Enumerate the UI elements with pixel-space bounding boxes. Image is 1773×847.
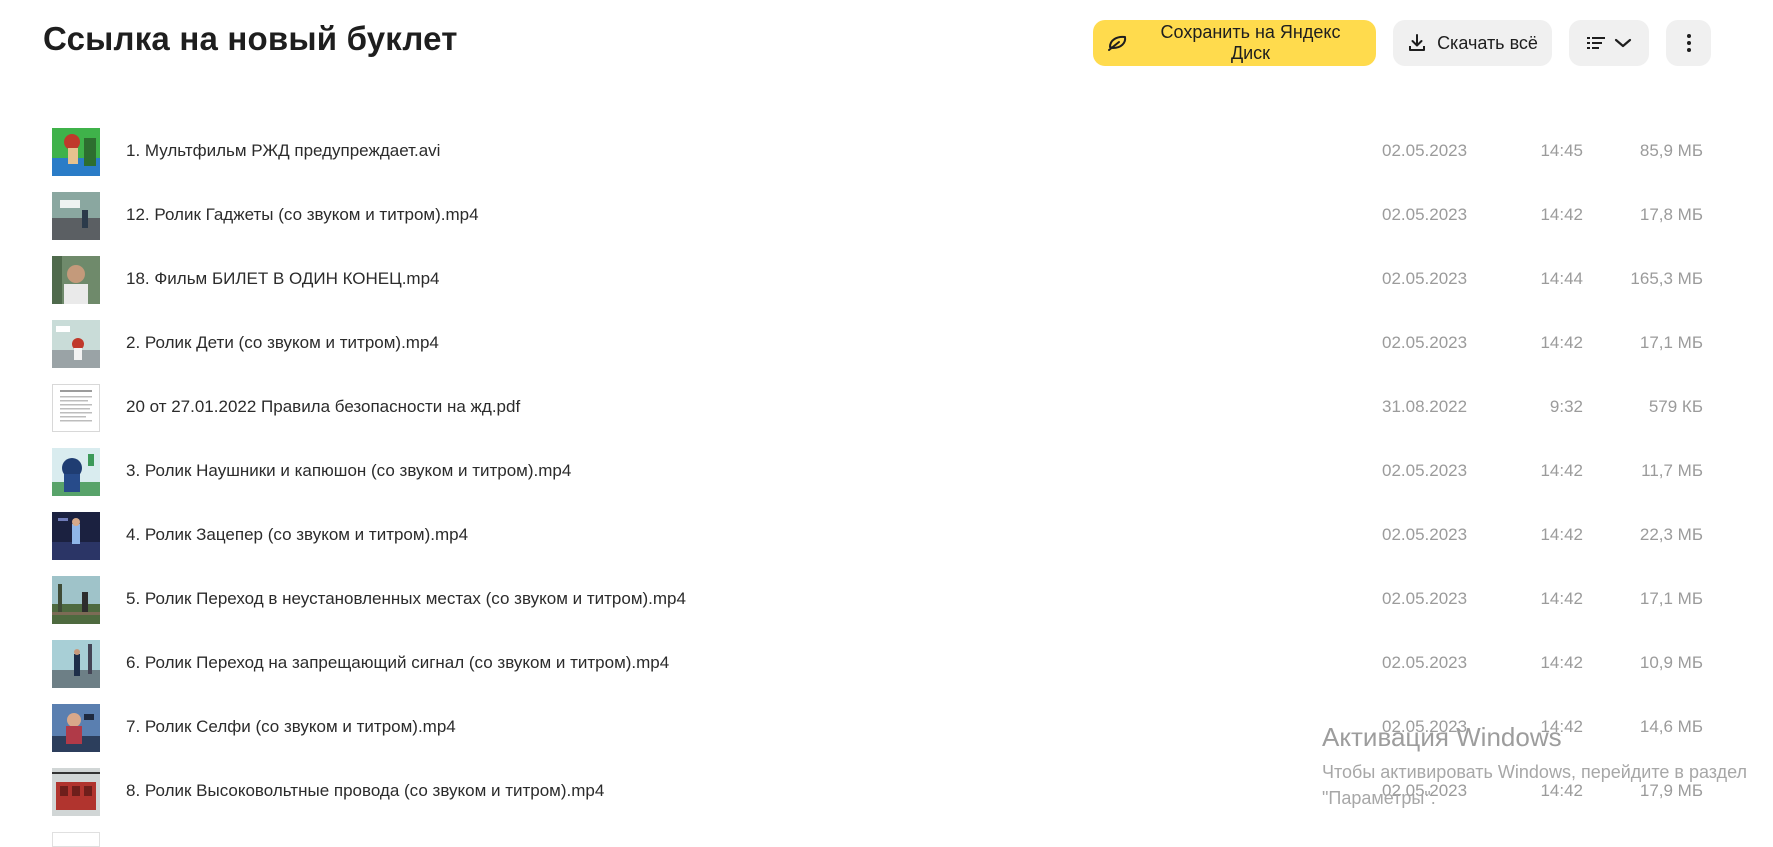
- file-row[interactable]: 7. Ролик Селфи (со звуком и титром).mp4 …: [0, 694, 1773, 759]
- file-size: 579 КБ: [1648, 397, 1703, 416]
- file-thumbnail: [52, 640, 100, 688]
- file-name[interactable]: 8. Ролик Высоковольтные провода (со звук…: [126, 781, 604, 801]
- file-thumbnail: [52, 128, 100, 176]
- file-time: 14:42: [1540, 653, 1583, 672]
- file-date: 02.05.2023: [1382, 717, 1468, 736]
- file-thumbnail: [52, 192, 100, 240]
- file-size: 85,9 МБ: [1639, 141, 1703, 160]
- file-row[interactable]: 3. Ролик Наушники и капюшон (со звуком и…: [0, 438, 1773, 503]
- file-row[interactable]: 4. Ролик Зацепер (со звуком и титром).mp…: [0, 502, 1773, 567]
- file-name[interactable]: 6. Ролик Переход на запрещающий сигнал (…: [126, 653, 669, 673]
- file-date: 02.05.2023: [1382, 589, 1468, 608]
- file-row[interactable]: 12. Ролик Гаджеты (со звуком и титром).m…: [0, 182, 1773, 247]
- file-name[interactable]: 12. Ролик Гаджеты (со звуком и титром).m…: [126, 205, 479, 225]
- more-vertical-icon: [1686, 33, 1692, 53]
- file-time: 14:42: [1540, 333, 1583, 352]
- file-date: 02.05.2023: [1382, 141, 1468, 160]
- file-thumbnail: [52, 448, 100, 496]
- file-date: 31.08.2022: [1382, 397, 1468, 416]
- file-time: 14:42: [1540, 525, 1583, 544]
- file-time: 9:32: [1549, 397, 1583, 416]
- download-all-label: Скачать всё: [1437, 32, 1538, 53]
- file-time: 14:44: [1540, 269, 1583, 288]
- file-size: 11,7 МБ: [1641, 461, 1703, 480]
- file-row[interactable]: 8. Ролик Высоковольтные провода (со звук…: [0, 758, 1773, 823]
- file-date: 02.05.2023: [1382, 525, 1468, 544]
- file-row-partial[interactable]: [0, 822, 1773, 847]
- file-time: 14:42: [1540, 205, 1583, 224]
- download-icon: [1407, 33, 1427, 53]
- file-name[interactable]: 18. Фильм БИЛЕТ В ОДИН КОНЕЦ.mp4: [126, 269, 440, 289]
- file-size: 17,1 МБ: [1639, 333, 1703, 352]
- file-size: 14,6 МБ: [1639, 717, 1703, 736]
- file-time: 14:45: [1540, 141, 1583, 160]
- list-view-icon: [1586, 35, 1606, 51]
- file-name[interactable]: 2. Ролик Дети (со звуком и титром).mp4: [126, 333, 439, 353]
- file-time: 14:42: [1540, 717, 1583, 736]
- file-thumbnail: [52, 768, 100, 816]
- file-date: 02.05.2023: [1382, 269, 1468, 288]
- file-thumbnail: [52, 512, 100, 560]
- file-size: 17,8 МБ: [1639, 205, 1703, 224]
- file-date: 02.05.2023: [1382, 333, 1468, 352]
- file-size: 10,9 МБ: [1639, 653, 1703, 672]
- file-size: 22,3 МБ: [1639, 525, 1703, 544]
- file-row[interactable]: 6. Ролик Переход на запрещающий сигнал (…: [0, 630, 1773, 695]
- file-thumbnail: [52, 576, 100, 624]
- chevron-down-icon: [1614, 33, 1632, 54]
- file-row[interactable]: 2. Ролик Дети (со звуком и титром).mp4 0…: [0, 310, 1773, 375]
- view-mode-button[interactable]: [1569, 20, 1649, 66]
- file-time: 14:42: [1540, 461, 1583, 480]
- file-time: 14:42: [1540, 589, 1583, 608]
- file-row[interactable]: 20 от 27.01.2022 Правила безопасности на…: [0, 374, 1773, 439]
- file-row[interactable]: 18. Фильм БИЛЕТ В ОДИН КОНЕЦ.mp4 02.05.2…: [0, 246, 1773, 311]
- file-size: 165,3 МБ: [1630, 269, 1703, 288]
- file-thumbnail: [52, 320, 100, 368]
- file-date: 02.05.2023: [1382, 205, 1468, 224]
- file-name[interactable]: 5. Ролик Переход в неустановленных места…: [126, 589, 686, 609]
- file-thumbnail: [52, 832, 100, 847]
- file-name[interactable]: 3. Ролик Наушники и капюшон (со звуком и…: [126, 461, 571, 481]
- file-name[interactable]: 20 от 27.01.2022 Правила безопасности на…: [126, 397, 520, 417]
- file-name[interactable]: 7. Ролик Селфи (со звуком и титром).mp4: [126, 717, 456, 737]
- file-date: 02.05.2023: [1382, 781, 1468, 800]
- save-to-disk-label: Сохранить на Яндекс Диск: [1160, 22, 1341, 63]
- disk-save-icon: [1107, 34, 1129, 52]
- file-size: 17,9 МБ: [1639, 781, 1703, 800]
- file-row[interactable]: 5. Ролик Переход в неустановленных места…: [0, 566, 1773, 631]
- download-all-button[interactable]: Скачать всё: [1393, 20, 1552, 66]
- header: Ссылка на новый буклет Сохранить на Янде…: [0, 0, 1773, 86]
- file-time: 14:42: [1540, 781, 1583, 800]
- file-date: 02.05.2023: [1382, 653, 1468, 672]
- file-name[interactable]: 4. Ролик Зацепер (со звуком и титром).mp…: [126, 525, 468, 545]
- page-title: Ссылка на новый буклет: [43, 20, 458, 57]
- more-menu-button[interactable]: [1666, 20, 1711, 66]
- file-size: 17,1 МБ: [1639, 589, 1703, 608]
- file-row[interactable]: 1. Мультфильм РЖД предупреждает.avi 02.0…: [0, 118, 1773, 183]
- file-thumbnail: [52, 256, 100, 304]
- file-thumbnail: [52, 704, 100, 752]
- save-to-disk-button[interactable]: Сохранить на Яндекс Диск: [1093, 20, 1376, 66]
- file-name[interactable]: 1. Мультфильм РЖД предупреждает.avi: [126, 141, 440, 161]
- file-date: 02.05.2023: [1382, 461, 1468, 480]
- file-thumbnail: [52, 384, 100, 432]
